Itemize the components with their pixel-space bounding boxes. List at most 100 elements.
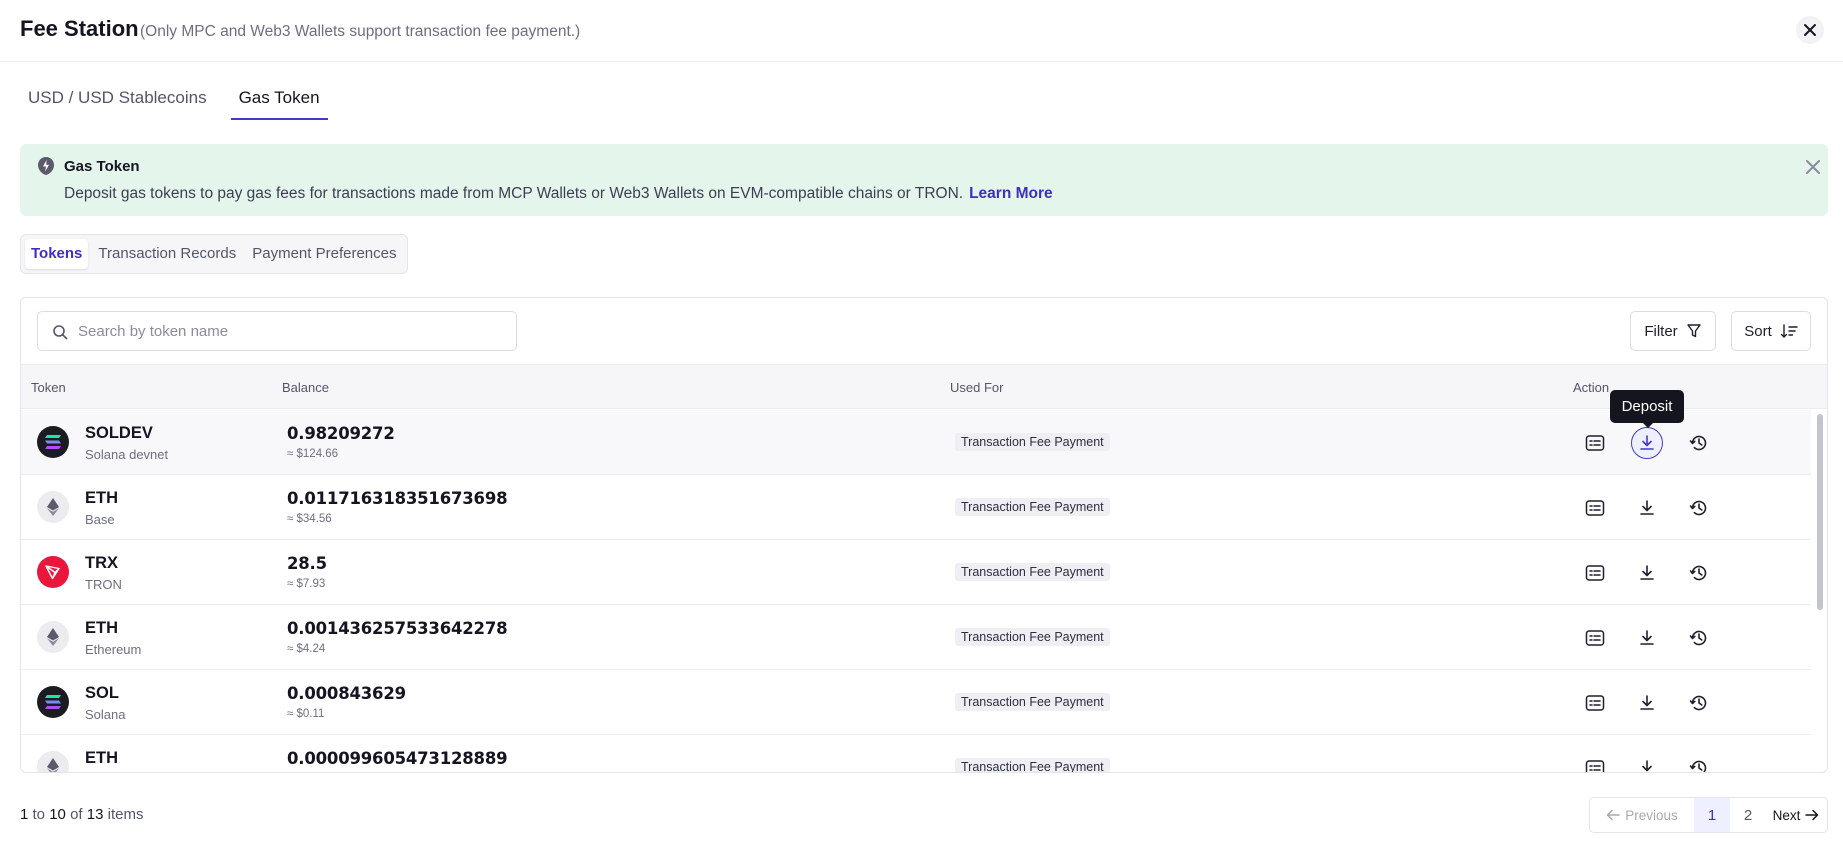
range-to-word: to	[32, 806, 46, 823]
range-items-word: items	[107, 806, 144, 823]
close-button[interactable]	[1796, 16, 1824, 44]
used-for-badge: Transaction Fee Payment	[955, 628, 1110, 646]
learn-more-link[interactable]: Learn More	[969, 185, 1053, 202]
arrow-left-icon	[1606, 809, 1620, 821]
column-used-for: Used For	[950, 380, 1004, 395]
history-button[interactable]	[1683, 622, 1715, 654]
close-icon	[1804, 24, 1816, 36]
history-icon	[1689, 565, 1707, 581]
download-icon	[1640, 565, 1654, 580]
page-1-button[interactable]: 1	[1694, 798, 1730, 832]
previous-page-button[interactable]: Previous	[1590, 798, 1694, 832]
details-icon	[1585, 630, 1605, 646]
modal-header: Fee Station (Only MPC and Web3 Wallets s…	[0, 0, 1843, 62]
token-balance: 0.98209272	[287, 424, 395, 443]
range-to: 10	[49, 806, 66, 823]
subtab-payment-preferences[interactable]: Payment Preferences	[246, 239, 402, 269]
details-icon	[1585, 565, 1605, 581]
details-button[interactable]	[1579, 687, 1611, 719]
table-row[interactable]: TRX TRON 28.5 ≈ $7.93 Transaction Fee Pa…	[21, 540, 1811, 605]
token-network: Ethereum	[85, 642, 142, 657]
solana-icon	[37, 426, 69, 458]
deposit-button[interactable]	[1631, 492, 1663, 524]
sort-label: Sort	[1744, 322, 1772, 340]
solana-icon	[37, 686, 69, 718]
token-balance: 0.011716318351673698	[287, 489, 508, 508]
token-symbol: ETH	[85, 489, 118, 507]
download-icon	[1640, 630, 1654, 645]
details-icon	[1585, 500, 1605, 516]
token-balance: 0.000099605473128889	[287, 749, 508, 768]
history-button[interactable]	[1683, 752, 1715, 772]
token-symbol: SOLDEV	[85, 424, 153, 442]
used-for-badge: Transaction Fee Payment	[955, 758, 1110, 772]
deposit-button[interactable]	[1631, 622, 1663, 654]
page-title: Fee Station	[20, 16, 139, 41]
tab-gas-token[interactable]: Gas Token	[230, 86, 328, 120]
banner-text: Deposit gas tokens to pay gas fees for t…	[64, 185, 1053, 203]
token-balance: 28.5	[287, 554, 327, 573]
search-icon	[53, 325, 68, 340]
details-button[interactable]	[1579, 557, 1611, 589]
history-icon	[1689, 630, 1707, 646]
range-of-word: of	[70, 806, 83, 823]
table-row[interactable]: ETH Base 0.011716318351673698 ≈ $34.56 T…	[21, 475, 1811, 540]
banner-close-icon[interactable]	[1804, 158, 1822, 176]
deposit-button[interactable]	[1631, 557, 1663, 589]
subtab-transaction-records[interactable]: Transaction Records	[92, 239, 242, 269]
used-for-badge: Transaction Fee Payment	[955, 563, 1110, 581]
main-tabs: USD / USD Stablecoins Gas Token	[20, 86, 328, 120]
token-balance: 0.000843629	[287, 684, 406, 703]
filter-button[interactable]: Filter	[1630, 311, 1716, 351]
sub-tabs: Tokens Transaction Records Payment Prefe…	[20, 234, 408, 274]
table-row[interactable]: ETH 0.000099605473128889 Transaction Fee…	[21, 735, 1811, 772]
history-button[interactable]	[1683, 557, 1715, 589]
details-button[interactable]	[1579, 752, 1611, 772]
history-icon	[1689, 695, 1707, 711]
gas-token-icon	[38, 157, 54, 175]
subtab-tokens[interactable]: Tokens	[25, 239, 89, 269]
token-symbol: TRX	[85, 554, 118, 572]
page-2-button[interactable]: 2	[1730, 798, 1766, 832]
details-button[interactable]	[1579, 622, 1611, 654]
details-icon	[1585, 695, 1605, 711]
deposit-button[interactable]	[1631, 427, 1663, 459]
download-icon	[1640, 435, 1654, 450]
table-row[interactable]: SOLDEV Solana devnet 0.98209272 ≈ $124.6…	[21, 410, 1811, 475]
deposit-button[interactable]	[1631, 687, 1663, 719]
sort-icon	[1780, 324, 1798, 338]
scrollbar-thumb[interactable]	[1817, 414, 1823, 610]
details-button[interactable]	[1579, 492, 1611, 524]
deposit-button[interactable]	[1631, 752, 1663, 772]
token-symbol: SOL	[85, 684, 119, 702]
download-icon	[1640, 695, 1654, 710]
arrow-right-icon	[1805, 809, 1819, 821]
next-page-button[interactable]: Next	[1766, 798, 1826, 832]
download-icon	[1640, 500, 1654, 515]
ethereum-icon	[37, 491, 69, 523]
details-icon	[1585, 760, 1605, 772]
search-input[interactable]	[78, 312, 508, 350]
used-for-badge: Transaction Fee Payment	[955, 693, 1110, 711]
info-banner: Gas Token Deposit gas tokens to pay gas …	[20, 144, 1828, 216]
table-row[interactable]: SOL Solana 0.000843629 ≈ $0.11 Transacti…	[21, 670, 1811, 735]
token-symbol: ETH	[85, 749, 118, 767]
sort-button[interactable]: Sort	[1731, 311, 1811, 351]
column-token: Token	[31, 380, 66, 395]
used-for-badge: Transaction Fee Payment	[955, 433, 1110, 451]
previous-label: Previous	[1625, 807, 1678, 823]
pagination: Previous 1 2 Next	[1589, 797, 1828, 833]
history-button[interactable]	[1683, 427, 1715, 459]
history-icon	[1689, 435, 1707, 451]
token-balance: 0.001436257533642278	[287, 619, 508, 638]
history-button[interactable]	[1683, 492, 1715, 524]
token-usd-value: ≈ $34.56	[287, 513, 332, 525]
page-subtitle: (Only MPC and Web3 Wallets support trans…	[140, 23, 581, 40]
table-row[interactable]: ETH Ethereum 0.001436257533642278 ≈ $4.2…	[21, 605, 1811, 670]
details-button[interactable]	[1579, 427, 1611, 459]
token-usd-value: ≈ $7.93	[287, 578, 326, 590]
table-header: Token Balance Used For Action	[21, 364, 1827, 409]
history-button[interactable]	[1683, 687, 1715, 719]
tab-usd-stablecoins[interactable]: USD / USD Stablecoins	[20, 86, 215, 120]
tokens-panel: Filter Sort Token Balance Used For Actio…	[20, 297, 1828, 773]
